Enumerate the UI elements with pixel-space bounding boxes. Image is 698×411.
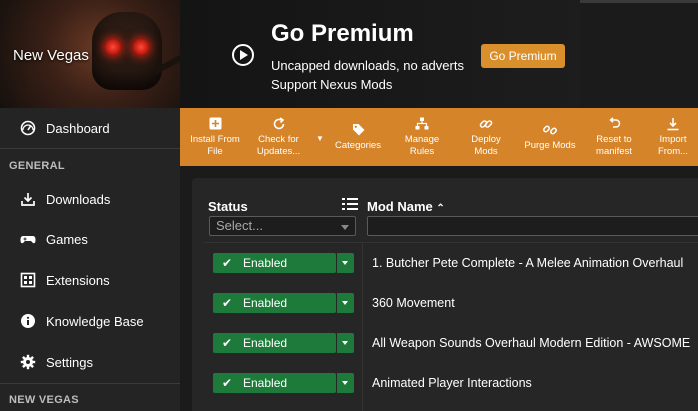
game-name: New Vegas: [13, 47, 89, 64]
toolbar-label: File: [207, 145, 223, 157]
sidebar-item-dashboard[interactable]: Dashboard: [0, 108, 180, 148]
status-dropdown-button[interactable]: [337, 293, 354, 313]
reset-to-manifest-button[interactable]: Reset to manifest: [586, 108, 642, 166]
status-label: Enabled: [243, 336, 288, 350]
premium-tagline-2: Support Nexus Mods: [271, 77, 393, 92]
sidebar-item-extensions[interactable]: Extensions: [0, 260, 180, 300]
toolbar-label: Updates...: [256, 145, 301, 157]
toolbar-label: Mods: [474, 145, 498, 157]
section-header-general: GENERAL: [9, 160, 65, 172]
dashboard-icon: [20, 120, 36, 136]
sidebar-item-label: Extensions: [46, 272, 110, 288]
sidebar-item-knowledge-base[interactable]: Knowledge Base: [0, 301, 180, 341]
check-for-updates-button[interactable]: Check for Updates...: [250, 108, 307, 166]
toolbar-label: Categories: [335, 139, 381, 151]
enable-toggle-button[interactable]: ✔ Enabled: [213, 293, 336, 313]
toolbar-label: From...: [657, 145, 689, 157]
chevron-down-icon: [341, 225, 349, 230]
column-divider: [362, 243, 363, 411]
premium-tagline-1: Uncapped downloads, no adverts: [271, 58, 464, 73]
sidebar-item-label: Games: [46, 231, 88, 247]
sidebar-item-label: Knowledge Base: [46, 313, 144, 329]
sidebar-item-downloads[interactable]: Downloads: [0, 179, 180, 219]
toolbar-label: Install From: [190, 133, 240, 145]
status-filter-select[interactable]: Select...: [209, 216, 356, 236]
chevron-down-icon[interactable]: ▼: [316, 134, 324, 143]
sidebar-item-label: Settings: [46, 354, 93, 370]
tag-icon: [352, 123, 365, 138]
column-options-icon[interactable]: [342, 197, 358, 211]
toolbar-label: Rules: [409, 145, 435, 157]
plus-square-icon: [209, 117, 222, 132]
go-premium-button[interactable]: Go Premium: [481, 44, 565, 68]
sidebar-divider: [0, 383, 180, 384]
toolbar-label: manifest: [596, 145, 632, 157]
install-from-file-button[interactable]: Install From File: [186, 108, 244, 166]
mod-name-cell[interactable]: All Weapon Sounds Overhaul Modern Editio…: [372, 336, 698, 350]
status-dropdown-button[interactable]: [337, 373, 354, 393]
toolbar-label: Reset to: [596, 133, 632, 145]
gear-icon: [20, 354, 36, 370]
toolbar-label: Manage: [404, 133, 440, 145]
import-from-button[interactable]: Import From...: [648, 108, 698, 166]
sidebar: Dashboard GENERAL Downloads Games Extens…: [0, 108, 180, 411]
row-divider: [204, 242, 698, 243]
enable-toggle-button[interactable]: ✔ Enabled: [213, 373, 336, 393]
sidebar-item-label: Downloads: [46, 191, 111, 207]
sidebar-item-games[interactable]: Games: [0, 219, 180, 259]
helmet-eye-left: [104, 38, 122, 56]
import-icon: [666, 117, 680, 132]
sidebar-item-settings[interactable]: Settings: [0, 342, 180, 382]
gamepad-icon: [20, 231, 36, 247]
status-dropdown-button[interactable]: [337, 333, 354, 353]
check-icon: ✔: [222, 336, 233, 350]
play-icon[interactable]: [232, 44, 254, 66]
toolbar-label: Purge Mods: [524, 139, 576, 151]
info-icon: [20, 313, 36, 329]
status-label: Enabled: [243, 376, 288, 390]
toolbar-label: Check for: [258, 133, 299, 145]
status-label: Enabled: [243, 296, 288, 310]
section-header-game: NEW VEGAS: [9, 394, 79, 406]
column-header-status[interactable]: Status: [208, 199, 248, 214]
premium-banner: Go Premium Uncapped downloads, no advert…: [180, 0, 580, 108]
status-dropdown-button[interactable]: [337, 253, 354, 273]
hierarchy-icon: [415, 117, 429, 132]
mod-name-cell[interactable]: Animated Player Interactions: [372, 376, 698, 390]
mod-name-filter-input[interactable]: [367, 216, 698, 236]
unlink-icon: [543, 123, 557, 138]
premium-title: Go Premium: [271, 20, 414, 47]
undo-icon: [608, 116, 621, 132]
check-icon: ✔: [222, 296, 233, 310]
check-icon: ✔: [222, 376, 233, 390]
deploy-mods-button[interactable]: Deploy Mods: [458, 108, 514, 166]
refresh-icon: [272, 116, 286, 132]
helmet-eye-right: [132, 38, 150, 56]
banner-extra: [580, 0, 698, 108]
categories-button[interactable]: Categories: [330, 108, 386, 166]
mods-toolbar: Install From File Check for Updates... ▼…: [180, 108, 698, 166]
status-label: Enabled: [243, 256, 288, 270]
toolbar-label: Deploy: [471, 133, 501, 145]
manage-rules-button[interactable]: Manage Rules: [394, 108, 450, 166]
column-header-label: Mod Name: [367, 199, 433, 214]
download-icon: [20, 191, 36, 207]
enable-toggle-button[interactable]: ✔ Enabled: [213, 333, 336, 353]
sidebar-item-label: Dashboard: [46, 120, 110, 136]
toolbar-label: Import: [659, 133, 687, 145]
game-banner[interactable]: New Vegas: [0, 0, 180, 108]
enable-toggle-button[interactable]: ✔ Enabled: [213, 253, 336, 273]
column-header-mod-name[interactable]: Mod Name ⌃: [367, 199, 445, 214]
ranger-helmet-art: [92, 12, 162, 90]
check-icon: ✔: [222, 256, 233, 270]
link-icon: [479, 117, 493, 132]
extensions-icon: [20, 272, 36, 288]
purge-mods-button[interactable]: Purge Mods: [520, 108, 580, 166]
status-filter-placeholder: Select...: [216, 218, 263, 233]
mod-name-cell[interactable]: 1. Butcher Pete Complete - A Melee Anima…: [372, 256, 698, 270]
mod-name-cell[interactable]: 360 Movement: [372, 296, 698, 310]
sidebar-divider: [0, 148, 180, 149]
sort-ascending-icon: ⌃: [436, 203, 445, 214]
